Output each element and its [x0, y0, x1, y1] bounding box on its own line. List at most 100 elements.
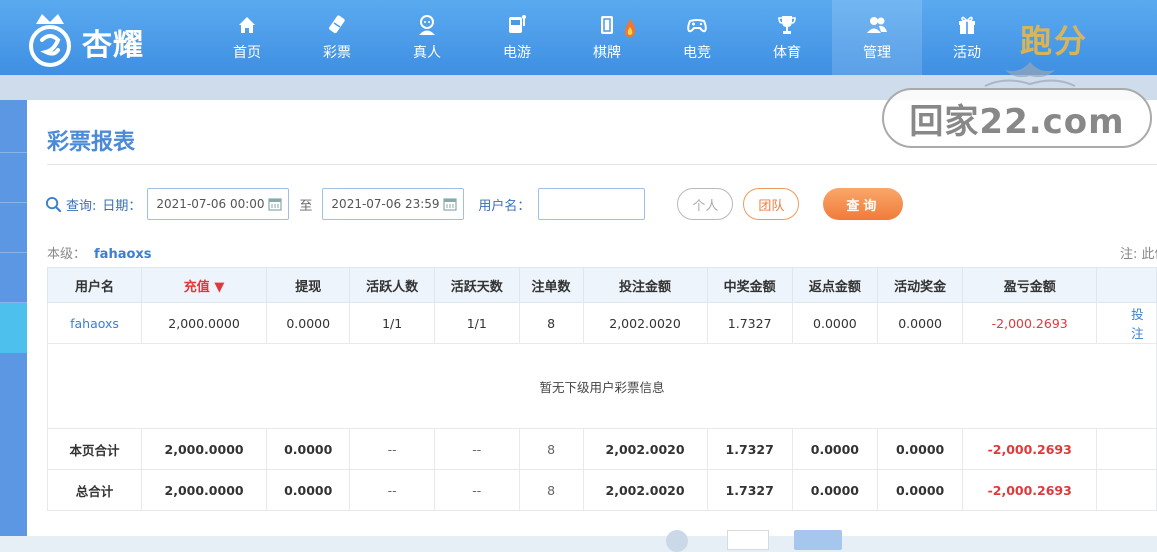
- th-withdraw: 提现: [266, 267, 351, 303]
- cell: 1.7327: [706, 428, 793, 470]
- gift-icon: [959, 16, 975, 34]
- th-active-days: 活跃天数: [433, 267, 520, 303]
- date-range-separator: 至: [299, 198, 313, 214]
- nav-label: 电游: [503, 44, 531, 61]
- calendar-icon[interactable]: [268, 197, 283, 211]
- mahjong-icon: [601, 15, 613, 34]
- empty-row: 暂无下级用户彩票信息: [47, 343, 1157, 429]
- dealer-icon: [419, 14, 435, 35]
- cell: [1096, 428, 1157, 470]
- start-date-input[interactable]: 2021-07-06 00:00: [147, 188, 290, 220]
- cell: [1096, 469, 1157, 511]
- cell: --: [433, 428, 520, 470]
- query-button[interactable]: 查询: [823, 188, 904, 220]
- cell: 2,002.0020: [582, 302, 708, 344]
- report-table: 用户名 充值 ▼ 提现 活跃人数 活跃天数 注单数 投注金额 中奖金额 返点金额…: [46, 267, 1157, 511]
- th-actions: [1096, 267, 1157, 303]
- nav-label: 电竞: [683, 44, 711, 61]
- note-text: 注: 此体: [1120, 247, 1157, 262]
- nav-live[interactable]: 真人: [382, 0, 472, 75]
- th-deposit[interactable]: 充值 ▼: [141, 267, 268, 303]
- username-input[interactable]: [538, 188, 646, 220]
- table-row: fahaoxs 2,000.0000 0.0000 1/1 1/1 8 2,00…: [46, 302, 1157, 344]
- th-profit-loss: 盈亏金额: [962, 267, 1098, 303]
- sidebar-tab[interactable]: [0, 100, 27, 153]
- search-icon: [45, 196, 62, 212]
- nav-label: 彩票: [323, 44, 351, 61]
- end-date-value: 2021-07-06 23:59: [331, 197, 440, 211]
- page-title: 彩票报表: [47, 130, 136, 155]
- cell: 1/1: [349, 302, 435, 344]
- cell: 2,002.0020: [582, 428, 708, 470]
- left-sidebar: [0, 100, 27, 536]
- grand-total-row: 总合计 2,000.0000 0.0000 -- -- 8 2,002.0020…: [46, 469, 1157, 511]
- sidebar-tab-active[interactable]: [0, 303, 27, 353]
- query-label: 查询:: [66, 198, 97, 214]
- query-bar: 查询: 日期： 2021-07-06 00:00 至 2021-07-06 23…: [45, 188, 904, 220]
- cell: 1.7327: [706, 469, 793, 511]
- team-button[interactable]: 团队: [743, 188, 800, 220]
- nav-esports[interactable]: 电竞: [652, 0, 742, 75]
- brand-name: 杏耀: [82, 28, 144, 63]
- cell: --: [433, 469, 520, 511]
- sort-desc-icon[interactable]: ▼: [214, 280, 224, 295]
- cell: 0.0000: [791, 428, 879, 470]
- nav-label: 管理: [863, 44, 891, 61]
- watermark-badge: 回家22.com: [882, 88, 1152, 148]
- th-username: 用户名: [46, 267, 143, 303]
- date-label: 日期：: [102, 198, 142, 214]
- nav-label: 首页: [233, 44, 261, 61]
- sidebar-tab[interactable]: [0, 253, 27, 303]
- trophy-icon: [778, 15, 796, 34]
- crown-emblem-icon: [29, 14, 71, 67]
- cell: 8: [518, 469, 584, 511]
- main-nav: 首页 彩票 真人 电游 棋牌 电竞 体育 管理 活动: [202, 0, 1012, 75]
- cell-profit-loss: -2,000.2693: [962, 469, 1098, 511]
- cell: 0.0000: [876, 469, 964, 511]
- start-date-value: 2021-07-06 00:00: [156, 197, 265, 211]
- cell: 0.0000: [266, 469, 351, 511]
- title-divider: [47, 164, 1157, 165]
- personal-button[interactable]: 个人: [677, 188, 734, 220]
- calendar-icon[interactable]: [443, 197, 458, 211]
- pagination-go-button[interactable]: [794, 530, 842, 550]
- cell-profit-loss: -2,000.2693: [962, 428, 1098, 470]
- th-active-users: 活跃人数: [349, 267, 435, 303]
- cell: 本页合计: [46, 428, 143, 470]
- level-label: 本级：: [47, 247, 87, 262]
- end-date-input[interactable]: 2021-07-06 23:59: [322, 188, 465, 220]
- report-panel: 彩票报表 查询: 日期： 2021-07-06 00:00 至 2021-07-…: [27, 100, 1157, 536]
- page-total-row: 本页合计 2,000.0000 0.0000 -- -- 8 2,002.002…: [46, 428, 1157, 470]
- nav-label: 体育: [773, 44, 801, 61]
- brand-logo[interactable]: 杏耀: [22, 6, 172, 70]
- ticket-icon: [329, 15, 345, 33]
- cell: 2,000.0000: [141, 469, 268, 511]
- home-icon: [239, 16, 255, 33]
- nav-lottery[interactable]: 彩票: [292, 0, 382, 75]
- pagination-page-input[interactable]: [727, 530, 769, 550]
- cell: 0.0000: [791, 302, 879, 344]
- nav-sports[interactable]: 体育: [742, 0, 832, 75]
- nav-slots[interactable]: 电游: [472, 0, 562, 75]
- gamepad-icon: [687, 18, 707, 32]
- nav-manage[interactable]: 管理: [832, 0, 922, 75]
- cell: 1.7327: [706, 302, 793, 344]
- cell-profit-loss: -2,000.2693: [962, 302, 1098, 344]
- nav-label: 棋牌: [593, 44, 621, 61]
- sidebar-tab[interactable]: [0, 153, 27, 203]
- slot-machine-icon: [509, 14, 526, 33]
- th-bet-count: 注单数: [518, 267, 584, 303]
- nav-home[interactable]: 首页: [202, 0, 292, 75]
- cell: 0.0000: [791, 469, 879, 511]
- bet-detail-link[interactable]: 投注: [1096, 302, 1157, 344]
- cell: 2,000.0000: [141, 302, 268, 344]
- cell-username-link[interactable]: fahaoxs: [46, 302, 143, 344]
- level-user-link[interactable]: fahaoxs: [94, 247, 152, 262]
- sidebar-tab[interactable]: [0, 203, 27, 253]
- fire-icon: [625, 19, 636, 37]
- nav-chess[interactable]: 棋牌: [562, 0, 652, 75]
- empty-message: 暂无下级用户彩票信息: [47, 343, 1157, 429]
- cell: 0.0000: [876, 302, 964, 344]
- cell: 8: [518, 428, 584, 470]
- pagination-prev-button[interactable]: [666, 530, 688, 552]
